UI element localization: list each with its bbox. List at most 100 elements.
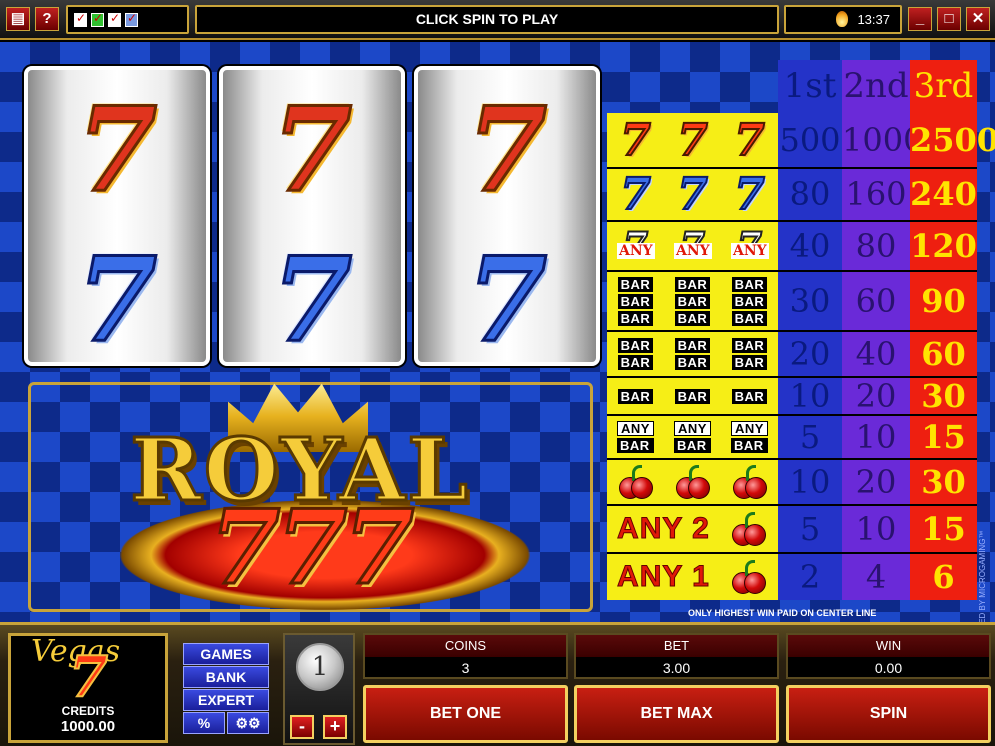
settings-option-icon[interactable]: [108, 11, 121, 27]
header-3rd: 3rd: [910, 60, 977, 113]
bet-display: BET 3.00: [574, 633, 779, 679]
payout-2nd: 4: [842, 554, 910, 600]
payout-2nd: 10: [842, 416, 910, 458]
pay-table: 1st 2nd 3rd 777 500 1000 2500 777 80 160…: [607, 60, 995, 623]
bank-button[interactable]: BANK: [183, 666, 269, 688]
cherry-icon: [731, 465, 769, 499]
payout-2nd: 20: [842, 460, 910, 504]
table-row: ANY BAR ANY BAR ANY BAR 5 10 15: [607, 416, 977, 460]
payout-1st: 80: [778, 169, 842, 220]
blue-seven-symbol: 7: [75, 232, 159, 366]
header-2nd: 2nd: [842, 60, 910, 113]
cherry-icon: [730, 512, 768, 546]
clock: 13:37: [784, 5, 902, 34]
reel-2: 7 7: [219, 66, 405, 366]
payout-2nd: 160: [842, 169, 910, 220]
blue-seven-symbol: 7: [270, 232, 354, 366]
settings-gear-icon[interactable]: ⚙⚙: [227, 712, 269, 734]
credits-box: Vegas 7 CREDITS 1000.00: [8, 633, 168, 743]
payout-2nd: 10: [842, 506, 910, 552]
payout-1st: 500: [778, 113, 842, 167]
bet-value: 3.00: [662, 660, 691, 676]
payout-3rd: 240: [910, 169, 977, 220]
logo-777: 777: [208, 487, 416, 610]
payout-1st: 5: [778, 506, 842, 552]
payout-3rd: 30: [910, 378, 977, 414]
payout-1st: 5: [778, 416, 842, 458]
cherry-icon: [730, 560, 768, 594]
credits-label: CREDITS: [61, 704, 115, 718]
coins-value: 3: [461, 660, 470, 676]
payout-3rd: 120: [910, 222, 977, 270]
pay-table-body: 777 500 1000 2500 777 80 160 240 777 40 …: [607, 113, 995, 600]
payout-3rd: 2500: [910, 113, 995, 167]
minus-button[interactable]: -: [290, 715, 314, 739]
win-label: WIN: [788, 635, 989, 657]
maximize-button[interactable]: □: [937, 7, 961, 31]
status-message: CLICK SPIN TO PLAY: [195, 5, 779, 34]
sound-option-icon[interactable]: [91, 11, 104, 27]
clock-time: 13:37: [857, 12, 890, 27]
game-menu-icon[interactable]: ▤: [6, 7, 30, 31]
blue-seven-symbol: 7: [465, 232, 549, 366]
paytable-note: ONLY HIGHEST WIN PAID ON CENTER LINE: [688, 608, 877, 618]
payout-1st: 10: [778, 460, 842, 504]
help-button[interactable]: ?: [35, 7, 59, 31]
payout-1st: 40: [778, 222, 842, 270]
table-row: BAR BAR BAR BAR BAR BAR BAR BAR BAR 30 60 90: [607, 272, 977, 332]
payout-1st: 2: [778, 554, 842, 600]
bet-one-button[interactable]: BET ONE: [363, 685, 568, 743]
list-option-icon[interactable]: [125, 11, 138, 27]
options-toolbar: [66, 5, 189, 34]
red-777-symbol: 777: [607, 113, 778, 167]
cherry-icon: [617, 465, 655, 499]
table-row: ANY 2 5 10 15: [607, 506, 977, 554]
double-bar-symbol: BAR BAR BAR BAR BAR BAR: [607, 332, 778, 376]
reel-3: 7 7: [414, 66, 600, 366]
payout-3rd: 15: [910, 416, 977, 458]
payout-2nd: 80: [842, 222, 910, 270]
credits-value: 1000.00: [60, 718, 116, 735]
option-check-icon[interactable]: [74, 11, 87, 27]
table-row: 777 500 1000 2500: [607, 113, 995, 169]
expert-button[interactable]: EXPERT: [183, 689, 269, 711]
games-button[interactable]: GAMES: [183, 643, 269, 665]
any-1-cherry-symbol: ANY 1: [607, 554, 778, 600]
table-row: BAR BAR BAR BAR BAR BAR 20 40 60: [607, 332, 977, 378]
bet-max-button[interactable]: BET MAX: [574, 685, 779, 743]
flame-icon: [836, 11, 848, 27]
minimize-button[interactable]: _: [908, 7, 932, 31]
single-bar-symbol: BAR BAR BAR: [607, 378, 778, 414]
payout-3rd: 6: [910, 554, 977, 600]
payout-3rd: 60: [910, 332, 977, 376]
table-row: 777 80 160 240: [607, 168, 977, 222]
vegas-seven: 7: [68, 643, 109, 711]
coin-selector: 1 - +: [283, 633, 355, 745]
payout-2nd: 20: [842, 378, 910, 414]
red-seven-symbol: 7: [465, 82, 549, 218]
payout-1st: 20: [778, 332, 842, 376]
payout-3rd: 90: [910, 272, 977, 330]
payout-1st: 10: [778, 378, 842, 414]
table-row: BAR BAR BAR 10 20 30: [607, 378, 977, 416]
percent-button[interactable]: %: [183, 712, 225, 734]
coin-value[interactable]: 1: [296, 643, 344, 691]
table-row: ANY 1 2 4 6: [607, 554, 977, 600]
coins-label: COINS: [365, 635, 566, 657]
coins-display: COINS 3: [363, 633, 568, 679]
red-seven-symbol: 7: [270, 82, 354, 218]
title-bar: ▤ ? CLICK SPIN TO PLAY 13:37 _ □ ✕: [0, 0, 995, 40]
cherry-icon: [674, 465, 712, 499]
triple-bar-symbol: BAR BAR BAR BAR BAR BAR BAR BAR BAR: [607, 272, 778, 330]
win-value: 0.00: [874, 660, 903, 676]
spin-button[interactable]: SPIN: [786, 685, 991, 743]
close-button[interactable]: ✕: [966, 7, 990, 31]
payout-3rd: 15: [910, 506, 977, 552]
bet-label: BET: [576, 635, 777, 657]
three-cherries-symbol: [607, 460, 778, 504]
payout-2nd: 1000: [842, 113, 923, 167]
plus-button[interactable]: +: [323, 715, 347, 739]
table-row: 10 20 30: [607, 460, 977, 506]
payout-2nd: 40: [842, 332, 910, 376]
blue-777-symbol: 777: [607, 168, 778, 221]
